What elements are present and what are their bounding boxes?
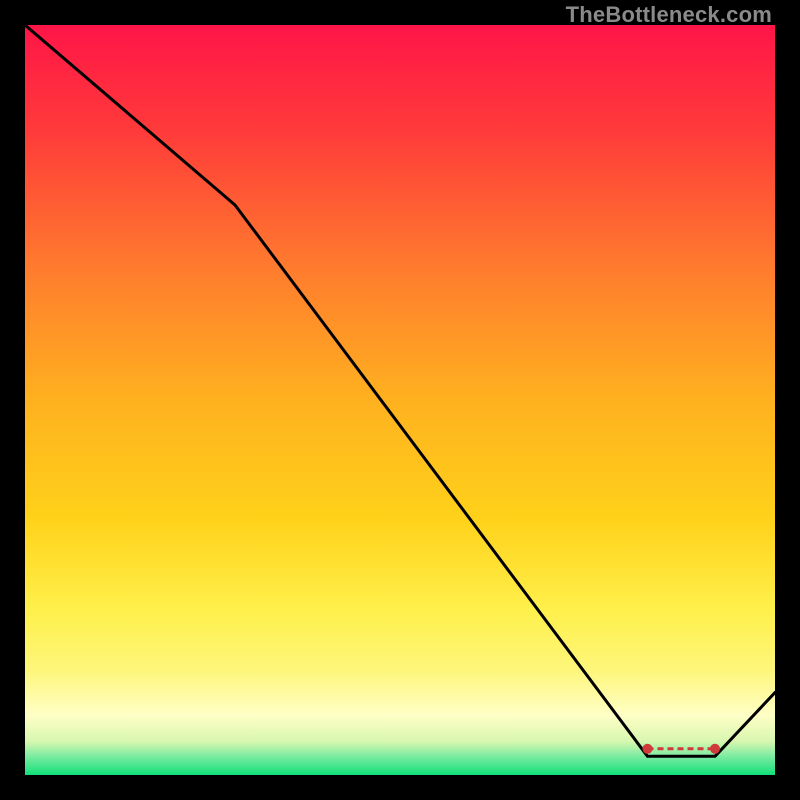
watermark-text: TheBottleneck.com (566, 2, 772, 28)
marker-dot-start (643, 744, 653, 754)
chart-plot (25, 25, 775, 775)
chart-background (25, 25, 775, 775)
marker-dot-end (710, 744, 720, 754)
chart-frame (25, 25, 775, 775)
